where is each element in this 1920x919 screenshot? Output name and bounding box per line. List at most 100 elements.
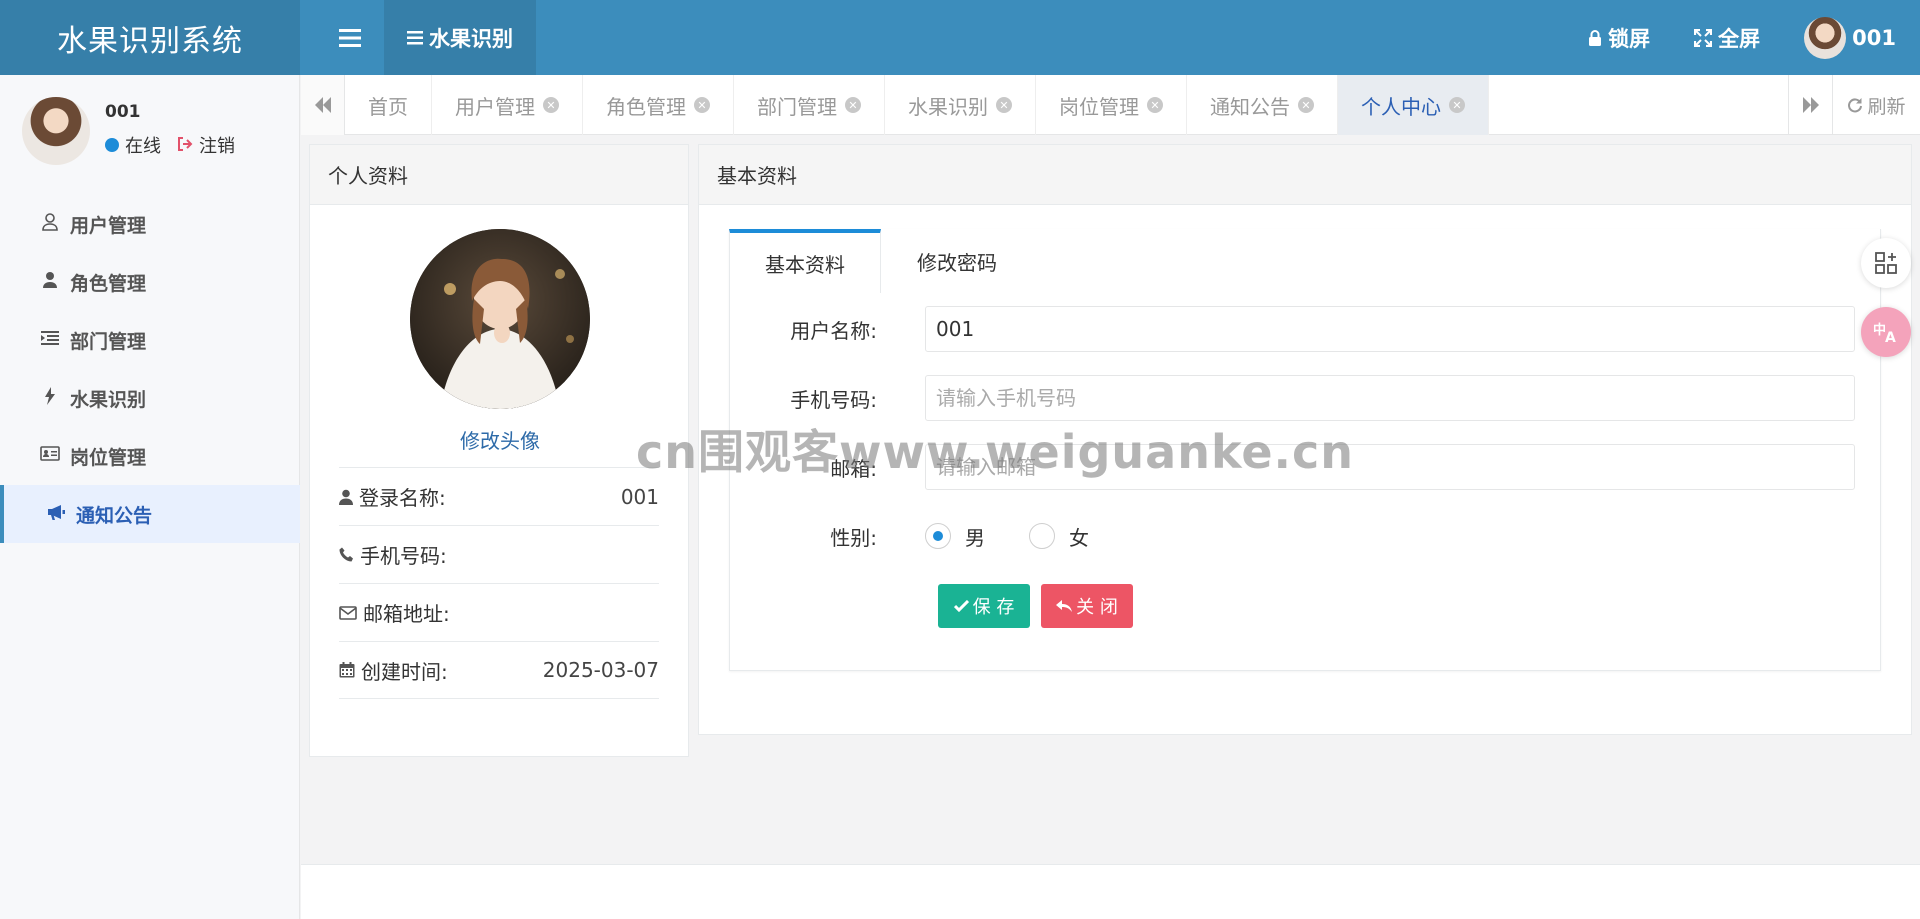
username-label: 用户名称: bbox=[790, 318, 877, 343]
tab-label: 部门管理 bbox=[757, 94, 837, 119]
tab-personal-center[interactable]: 个人中心 ✕ bbox=[1338, 75, 1489, 135]
expand-icon bbox=[1694, 28, 1713, 47]
sidebar-item-user-management[interactable]: 用户管理 bbox=[0, 195, 300, 253]
sidebar-item-label: 角色管理 bbox=[70, 272, 147, 295]
footer bbox=[301, 864, 1920, 919]
sidebar-item-notice[interactable]: 通知公告 bbox=[0, 485, 300, 543]
indent-icon bbox=[40, 330, 60, 350]
list-item: 手机号码: bbox=[339, 525, 659, 583]
close-icon[interactable]: ✕ bbox=[694, 97, 710, 113]
sidebar-item-label: 岗位管理 bbox=[70, 446, 147, 469]
tab-department-management[interactable]: 部门管理 ✕ bbox=[734, 75, 885, 135]
lock-label: 锁屏 bbox=[1608, 26, 1651, 51]
gender-female-radio[interactable] bbox=[1029, 523, 1055, 549]
close-icon[interactable]: ✕ bbox=[543, 97, 559, 113]
sidebar-menu: 用户管理 角色管理 部门管理 水果识别 岗位管理 通知公告 bbox=[0, 195, 300, 543]
online-status-label: 在线 bbox=[125, 136, 161, 157]
tab-role-management[interactable]: 角色管理 ✕ bbox=[583, 75, 734, 135]
tab-label: 岗位管理 bbox=[1059, 94, 1139, 119]
basic-panel-title: 基本资料 bbox=[699, 145, 1911, 205]
close-icon[interactable]: ✕ bbox=[1449, 97, 1465, 113]
sidebar-item-label: 部门管理 bbox=[70, 330, 147, 353]
topnav-fruit-recognition[interactable]: 水果识别 bbox=[384, 0, 536, 75]
tab-home[interactable]: 首页 bbox=[345, 75, 432, 135]
tab-label: 首页 bbox=[368, 94, 408, 119]
user-icon bbox=[40, 212, 60, 236]
avatar bbox=[22, 97, 90, 165]
profile-panel: 个人资料 修改头像 登录名称: 001 手机号码: 邮箱地址: 创建时间: 20… bbox=[309, 144, 689, 757]
username-input[interactable] bbox=[925, 306, 1855, 352]
sign-out-icon[interactable] bbox=[177, 135, 193, 156]
apps-add-icon[interactable] bbox=[1861, 238, 1911, 288]
sidebar-item-label: 通知公告 bbox=[76, 504, 153, 527]
tab-notice[interactable]: 通知公告 ✕ bbox=[1187, 75, 1338, 135]
role-icon bbox=[40, 271, 60, 294]
info-label: 邮箱地址: bbox=[363, 602, 450, 626]
phone-input[interactable] bbox=[925, 375, 1855, 421]
info-label: 登录名称: bbox=[359, 486, 446, 510]
close-icon[interactable]: ✕ bbox=[1147, 97, 1163, 113]
refresh-icon bbox=[1848, 98, 1863, 113]
watermark: cn围观客www.weiguanke.cn bbox=[636, 425, 1355, 479]
close-icon[interactable]: ✕ bbox=[996, 97, 1012, 113]
topnav-label: 水果识别 bbox=[429, 26, 513, 51]
tab-label: 角色管理 bbox=[606, 94, 686, 119]
bars-icon bbox=[407, 30, 423, 44]
lock-screen-button[interactable]: 锁屏 bbox=[1566, 0, 1672, 75]
logout-link[interactable]: 注销 bbox=[199, 132, 235, 158]
sidebar-user-panel: 001 在线 注销 bbox=[22, 97, 292, 167]
close-icon[interactable]: ✕ bbox=[1298, 97, 1314, 113]
gender-male-label: 男 bbox=[965, 525, 985, 550]
menu-toggle-icon[interactable] bbox=[320, 0, 380, 75]
lock-icon bbox=[1589, 29, 1602, 46]
brand-title[interactable]: 水果识别系统 bbox=[0, 0, 300, 75]
change-avatar-link[interactable]: 修改头像 bbox=[310, 425, 690, 454]
close-icon[interactable]: ✕ bbox=[845, 97, 861, 113]
bullhorn-icon bbox=[46, 504, 66, 525]
tab-post-management[interactable]: 岗位管理 ✕ bbox=[1036, 75, 1187, 135]
reply-icon bbox=[1056, 599, 1073, 612]
tab-fruit-recognition[interactable]: 水果识别 ✕ bbox=[885, 75, 1036, 135]
refresh-button[interactable]: 刷新 bbox=[1832, 75, 1920, 135]
calendar-icon bbox=[339, 662, 355, 678]
sidebar-item-post-management[interactable]: 岗位管理 bbox=[0, 427, 300, 485]
tab-user-management[interactable]: 用户管理 ✕ bbox=[432, 75, 583, 135]
fullscreen-button[interactable]: 全屏 bbox=[1672, 0, 1782, 75]
close-button[interactable]: 关 闭 bbox=[1041, 584, 1133, 628]
gender-radio-group: 男 女 bbox=[925, 522, 1119, 551]
form-row-username: 用户名称: bbox=[729, 305, 1881, 353]
tab-label: 用户管理 bbox=[455, 94, 535, 119]
save-label: 保 存 bbox=[972, 597, 1015, 618]
save-button[interactable]: 保 存 bbox=[938, 584, 1030, 628]
sidebar-item-department-management[interactable]: 部门管理 bbox=[0, 311, 300, 369]
info-label: 手机号码: bbox=[360, 544, 447, 568]
info-label: 创建时间: bbox=[361, 659, 448, 684]
tabs-scroll-right-icon[interactable] bbox=[1788, 75, 1832, 135]
close-label: 关 闭 bbox=[1076, 597, 1118, 618]
tab-basic-info[interactable]: 基本资料 bbox=[729, 229, 881, 293]
sidebar-item-fruit-recognition[interactable]: 水果识别 bbox=[0, 369, 300, 427]
tab-change-password[interactable]: 修改密码 bbox=[881, 229, 1033, 293]
translate-icon[interactable]: 中A bbox=[1861, 307, 1911, 357]
tabs-scroll-left-icon[interactable] bbox=[301, 75, 345, 135]
info-value: 001 bbox=[620, 484, 659, 509]
svg-text:A: A bbox=[1885, 330, 1896, 344]
sidebar-username: 001 bbox=[105, 102, 141, 122]
tab-label: 水果识别 bbox=[908, 94, 988, 119]
online-status-icon bbox=[105, 138, 119, 152]
top-header: 水果识别系统 水果识别 锁屏 全屏 001 bbox=[0, 0, 1920, 75]
sidebar-item-role-management[interactable]: 角色管理 bbox=[0, 253, 300, 311]
user-icon bbox=[339, 489, 353, 505]
user-menu[interactable]: 001 bbox=[1782, 0, 1920, 75]
gender-label: 性别: bbox=[830, 525, 877, 550]
list-item: 邮箱地址: bbox=[339, 583, 659, 641]
check-icon bbox=[953, 600, 969, 612]
basic-inner-tabs: 基本资料 修改密码 bbox=[729, 229, 1033, 293]
gender-female-label: 女 bbox=[1069, 525, 1089, 550]
gender-male-radio[interactable] bbox=[925, 523, 951, 549]
sidebar-item-label: 用户管理 bbox=[70, 214, 147, 237]
profile-avatar[interactable] bbox=[410, 229, 590, 409]
page-tabs: 首页 用户管理 ✕ 角色管理 ✕ 部门管理 ✕ 水果识别 ✕ 岗位管理 ✕ 通知公告 ✕ 个… bbox=[345, 75, 1489, 135]
tab-label: 通知公告 bbox=[1210, 94, 1290, 119]
tab-label: 个人中心 bbox=[1361, 94, 1441, 119]
